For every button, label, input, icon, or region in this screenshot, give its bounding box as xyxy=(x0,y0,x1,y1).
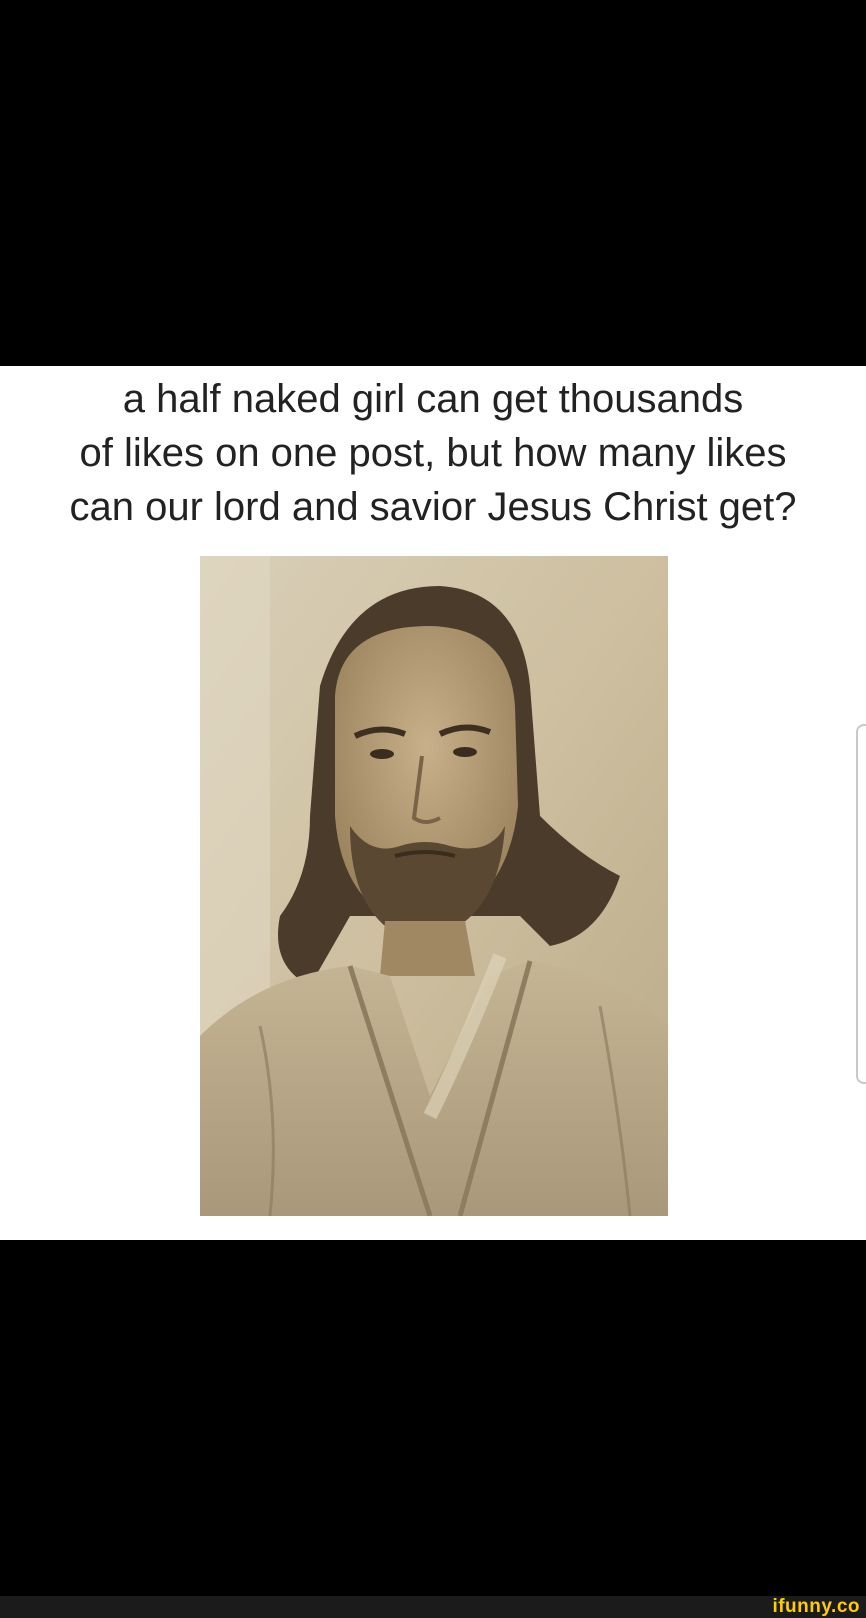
sepia-portrait-photo xyxy=(200,556,668,1216)
meme-caption: a half naked girl can get thousands of l… xyxy=(20,372,846,534)
side-scroll-handle[interactable] xyxy=(856,724,866,1084)
caption-line-2: of likes on one post, but how many likes xyxy=(79,431,787,475)
top-letterbox xyxy=(0,0,866,366)
screen: a half naked girl can get thousands of l… xyxy=(0,0,866,1618)
caption-line-3: can our lord and savior Jesus Christ get… xyxy=(69,485,797,529)
bottom-letterbox xyxy=(0,1240,866,1596)
ifunny-watermark: ifunny.co xyxy=(772,1596,860,1617)
footer-bar xyxy=(0,1596,866,1618)
caption-line-1: a half naked girl can get thousands xyxy=(122,377,744,421)
